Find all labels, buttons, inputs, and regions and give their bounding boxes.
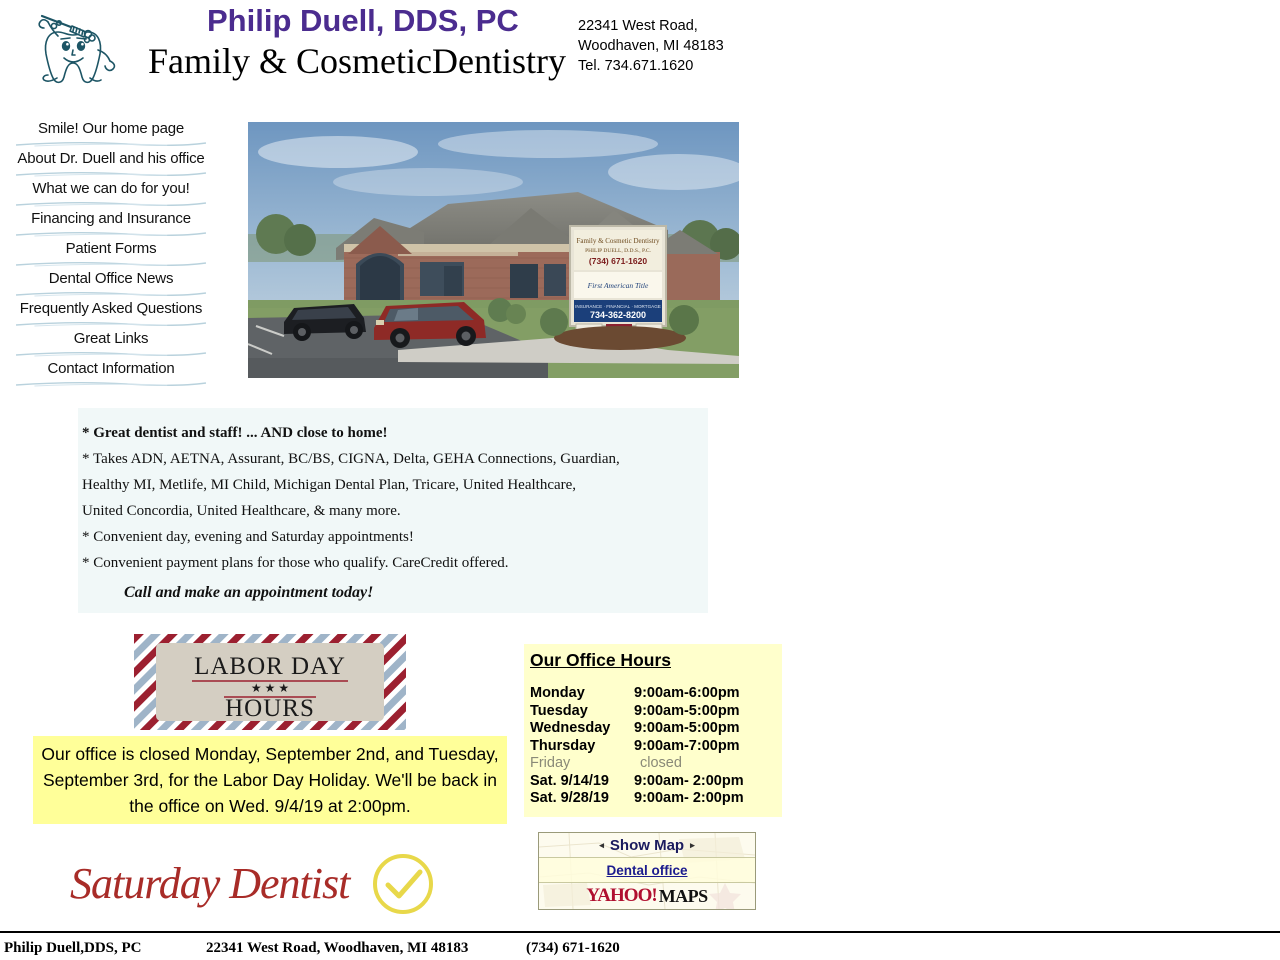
office-building-photo: Family & Cosmetic Dentistry PHILIP DUELL…	[248, 122, 739, 378]
yahoo-maps-brand[interactable]: YAHOO! MAPS	[539, 883, 755, 909]
table-row: Sat. 9/28/19 9:00am- 2:00pm	[530, 790, 782, 808]
sidebar-item-label: What we can do for you!	[32, 180, 190, 197]
hours-time: 9:00am- 2:00pm	[634, 772, 744, 789]
tooth-mascot-icon	[28, 6, 128, 92]
sidebar-item-contact[interactable]: Contact Information	[0, 360, 222, 390]
hours-time: 9:00am-5:00pm	[634, 720, 740, 736]
footer-phone: (734) 671-1620	[526, 940, 620, 956]
show-map-label: Show Map	[609, 836, 685, 854]
hours-day: Sat. 9/14/19	[530, 772, 609, 789]
sidebar-item-label: Frequently Asked Questions	[19, 300, 203, 317]
hours-day: Thursday	[530, 737, 596, 754]
swoosh-divider-icon	[14, 140, 208, 148]
sidebar-item-patient-forms[interactable]: Patient Forms	[0, 240, 222, 270]
dental-office-link[interactable]: Dental office	[606, 863, 687, 878]
hours-time: 9:00am-5:00pm	[634, 702, 740, 719]
show-map-button[interactable]: ◂ Show Map ▸	[599, 837, 694, 854]
sidebar-item-label: Smile! Our home page	[37, 120, 185, 137]
yahoo-wordmark: YAHOO!	[586, 885, 657, 906]
yahoo-maps-widget[interactable]: ◂ Show Map ▸ Dental office YAHOO! MAPS	[538, 832, 756, 910]
table-row: Sat. 9/14/19 9:00am- 2:00pm	[530, 773, 782, 791]
svg-text:PHILIP DUELL, D.D.S., P.C.: PHILIP DUELL, D.D.S., P.C.	[585, 248, 651, 254]
highlight-line: United Concordia, United Healthcare, & m…	[82, 503, 401, 519]
footer-address: 22341 West Road, Woodhaven, MI 48183	[206, 940, 469, 956]
arrow-right-icon[interactable]: ▸	[690, 840, 695, 851]
svg-text:INSURANCE · FINANCIAL · MORTGA: INSURANCE · FINANCIAL · MORTGAGE	[575, 304, 661, 309]
header-address-line1: 22341 West Road,	[578, 18, 698, 34]
highlight-line: * Great dentist and staff! ... AND close…	[82, 425, 388, 441]
saturday-dentist-logo: Saturday Dentist	[70, 850, 435, 918]
office-hours-box: Our Office Hours Monday 9:00am-6:00pm Tu…	[524, 644, 782, 817]
sidebar-nav: Smile! Our home page About Dr. Duell and…	[0, 120, 222, 390]
call-to-action-text: Call and make an appointment today!	[124, 584, 374, 601]
sidebar-item-services[interactable]: What we can do for you!	[0, 180, 222, 210]
svg-text:First American Title: First American Title	[587, 281, 649, 290]
swoosh-divider-icon	[14, 260, 208, 268]
labor-day-hours-banner: LABOR DAY ★ ★ ★ HOURS	[134, 634, 406, 730]
table-row: Thursday 9:00am-7:00pm	[530, 738, 782, 756]
table-row: Monday 9:00am-6:00pm	[530, 685, 782, 703]
highlight-line: * Convenient day, evening and Saturday a…	[82, 529, 414, 545]
hours-day: Tuesday	[530, 702, 588, 719]
show-map-row[interactable]: ◂ Show Map ▸	[539, 833, 755, 858]
hours-time: 9:00am- 2:00pm	[634, 790, 744, 806]
hours-day: Friday	[530, 755, 571, 771]
svg-text:Saturday Dentist: Saturday Dentist	[70, 859, 352, 908]
highlight-line: * Takes ADN, AETNA, Assurant, BC/BS, CIG…	[82, 451, 620, 467]
footer-divider	[0, 931, 1280, 933]
sidebar-item-label: About Dr. Duell and his office	[17, 150, 205, 167]
table-row: Tuesday 9:00am-5:00pm	[530, 703, 782, 721]
holiday-closure-text: Our office is closed Monday, September 2…	[41, 744, 499, 816]
table-row: Wednesday 9:00am-5:00pm	[530, 720, 782, 738]
sidebar-item-label: Great Links	[73, 330, 149, 347]
swoosh-divider-icon	[14, 290, 208, 298]
sidebar-item-links[interactable]: Great Links	[0, 330, 222, 360]
swoosh-divider-icon	[14, 320, 208, 328]
svg-text:HOURS: HOURS	[225, 695, 315, 722]
hours-time: 9:00am-6:00pm	[634, 685, 740, 701]
arrow-left-icon[interactable]: ◂	[599, 840, 604, 851]
page-title: Philip Duell, DDS, PC	[207, 3, 519, 38]
swoosh-divider-icon	[14, 200, 208, 208]
table-row: Friday closed	[530, 755, 782, 773]
office-hours-title: Our Office Hours	[530, 650, 671, 670]
sidebar-item-home[interactable]: Smile! Our home page	[0, 120, 222, 150]
highlight-line: * Convenient payment plans for those who…	[82, 555, 509, 571]
practice-tagline: Family & CosmeticDentistry	[148, 41, 566, 81]
hours-day: Sat. 9/28/19	[530, 790, 609, 806]
swoosh-divider-icon	[14, 230, 208, 238]
maps-wordmark: MAPS	[658, 885, 709, 906]
hours-day: Wednesday	[530, 720, 611, 736]
header-address-block: 22341 West Road, Woodhaven, MI 48183 Tel…	[578, 16, 724, 76]
highlight-line: Healthy MI, Metlife, MI Child, Michigan …	[82, 477, 577, 493]
hours-time: closed	[640, 755, 682, 771]
header-phone: Tel. 734.671.1620	[578, 58, 694, 74]
holiday-closure-notice: Our office is closed Monday, September 2…	[33, 736, 507, 824]
hours-day: Monday	[530, 685, 585, 701]
swoosh-divider-icon	[14, 380, 208, 388]
swoosh-divider-icon	[14, 350, 208, 358]
svg-text:LABOR DAY: LABOR DAY	[194, 653, 346, 680]
header-address-line2: Woodhaven, MI 48183	[578, 38, 724, 54]
sidebar-item-financing[interactable]: Financing and Insurance	[0, 210, 222, 240]
sidebar-item-about[interactable]: About Dr. Duell and his office	[0, 150, 222, 180]
sidebar-item-faq[interactable]: Frequently Asked Questions	[0, 300, 222, 330]
swoosh-divider-icon	[14, 170, 208, 178]
sidebar-item-news[interactable]: Dental Office News	[0, 270, 222, 300]
svg-text:Family & Cosmetic Dentistry: Family & Cosmetic Dentistry	[576, 237, 660, 245]
hours-time: 9:00am-7:00pm	[634, 737, 740, 754]
sidebar-item-label: Financing and Insurance	[31, 210, 191, 227]
sidebar-item-label: Contact Information	[47, 360, 175, 377]
footer-practice-name: Philip Duell,DDS, PC	[4, 940, 142, 956]
svg-text:(734) 671-1620: (734) 671-1620	[589, 256, 647, 266]
dental-office-row[interactable]: Dental office	[539, 858, 755, 883]
svg-text:734-362-8200: 734-362-8200	[590, 310, 646, 320]
svg-text:★ ★ ★: ★ ★ ★	[251, 681, 289, 695]
sidebar-item-label: Patient Forms	[65, 240, 157, 257]
practice-highlights-box: * Great dentist and staff! ... AND close…	[78, 408, 708, 613]
page-header: Philip Duell, DDS, PC Family & CosmeticD…	[0, 0, 1280, 100]
office-hours-table: Monday 9:00am-6:00pm Tuesday 9:00am-5:00…	[524, 685, 782, 808]
sidebar-item-label: Dental Office News	[48, 270, 174, 287]
